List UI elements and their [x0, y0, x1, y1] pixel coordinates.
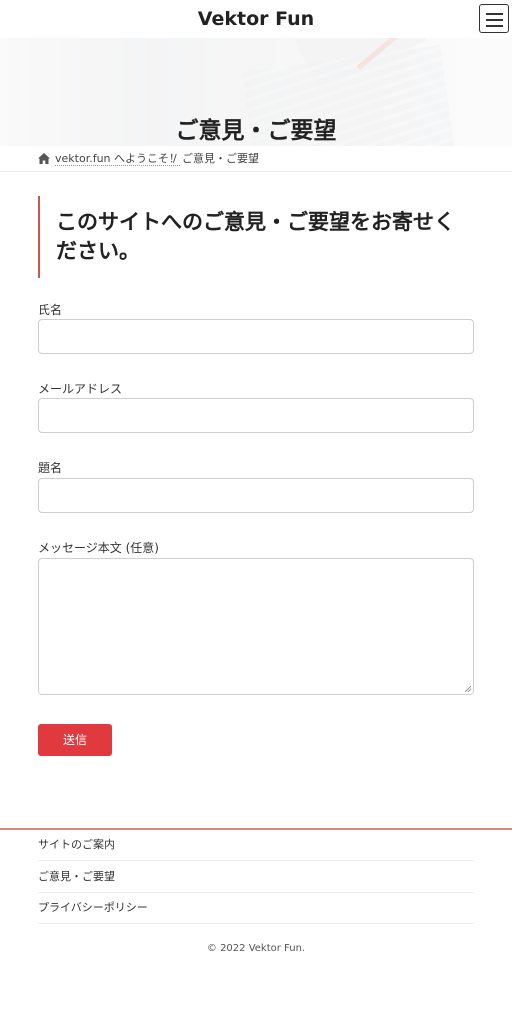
- hamburger-menu-icon[interactable]: [479, 4, 509, 33]
- name-label: 氏名: [38, 303, 63, 317]
- message-label: メッセージ本文 (任意): [38, 541, 159, 555]
- breadcrumb-current: ご意見・ご要望: [182, 152, 259, 165]
- resize-handle-icon[interactable]: [465, 686, 471, 692]
- site-title[interactable]: Vektor Fun: [0, 7, 512, 31]
- breadcrumb-home-link[interactable]: vektor.fun へようこそ！: [55, 152, 181, 166]
- breadcrumb-separator: /: [173, 152, 177, 165]
- form-heading-line1: このサイトへのご意見・ご要望をお寄せく: [56, 210, 455, 234]
- footer-nav-item[interactable]: プライバシーポリシー: [38, 892, 474, 924]
- page-title: ご意見・ご要望: [175, 118, 337, 144]
- subject-label: 題名: [38, 461, 63, 475]
- name-field[interactable]: [38, 319, 474, 354]
- copyright: © 2022 Vektor Fun.: [206, 943, 306, 954]
- form-heading-line2: ださい。: [56, 239, 140, 263]
- email-label: メールアドレス: [38, 382, 123, 396]
- footer-nav-item[interactable]: ご意見・ご要望: [38, 861, 474, 893]
- form-heading: このサイトへのご意見・ご要望をお寄せく ださい。: [38, 196, 474, 278]
- footer-nav-item[interactable]: サイトのご案内: [38, 829, 474, 861]
- message-textarea[interactable]: [38, 558, 474, 695]
- submit-button[interactable]: 送信: [38, 724, 112, 756]
- email-field[interactable]: [38, 398, 474, 433]
- home-icon: [38, 153, 50, 164]
- breadcrumb: vektor.fun へようこそ！ / ご意見・ご要望: [0, 146, 512, 172]
- page-hero: ご意見・ご要望: [0, 38, 512, 146]
- site-header: Vektor Fun: [0, 0, 512, 38]
- subject-field[interactable]: [38, 478, 474, 513]
